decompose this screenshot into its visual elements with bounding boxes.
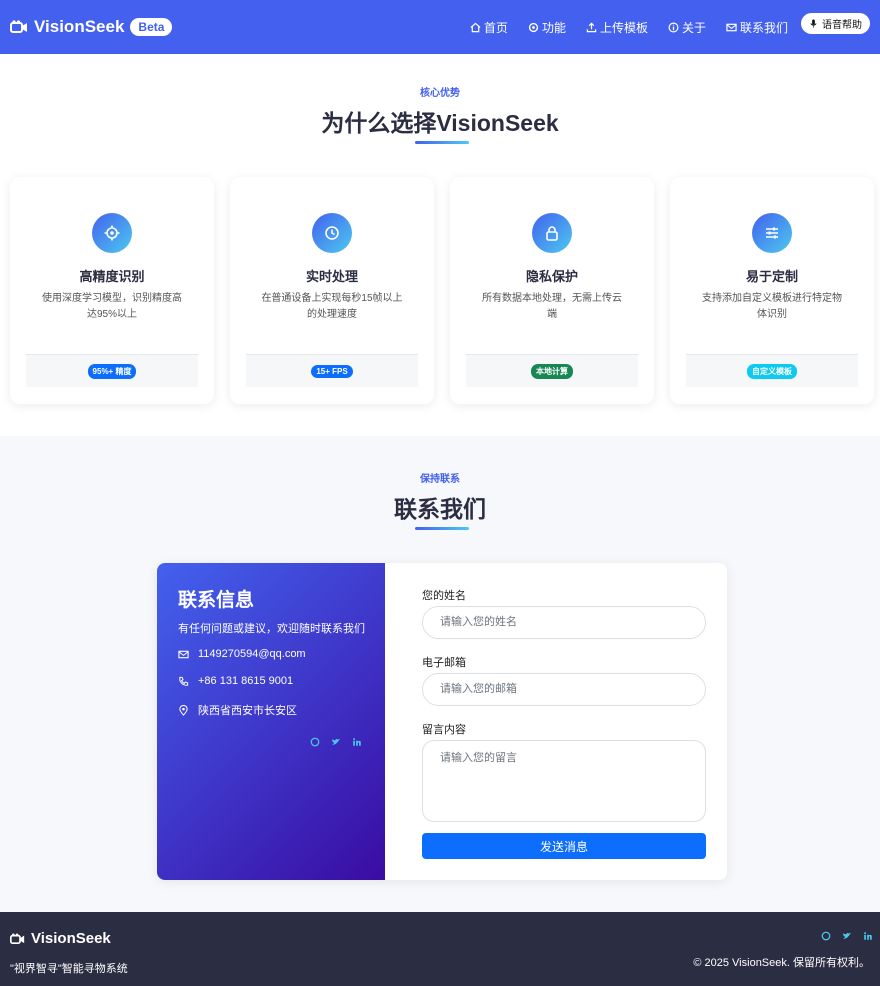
video-camera-icon xyxy=(10,933,25,944)
message-textarea[interactable]: 请输入您的留言 xyxy=(422,740,706,822)
feature-footer: 自定义模板 xyxy=(686,354,858,387)
social-links xyxy=(300,736,363,748)
feature-title: 隐私保护 xyxy=(525,269,578,284)
info-icon xyxy=(668,22,679,32)
feature-icon-circle xyxy=(532,213,572,253)
footer-brand[interactable]: VisionSeek xyxy=(10,930,111,947)
microphone-icon xyxy=(810,19,817,28)
clock-icon xyxy=(325,226,339,240)
github-icon[interactable] xyxy=(309,736,321,748)
brand-name: VisionSeek xyxy=(34,17,125,36)
email-label: 电子邮箱 xyxy=(422,657,466,669)
envelope-icon xyxy=(178,650,189,658)
feature-icon-circle xyxy=(752,213,792,253)
footer-tagline: "视界智寻"智能寻物系统 xyxy=(10,963,128,975)
feature-badge: 95%+ 精度 xyxy=(87,363,137,379)
footer-copyright: © 2025 VisionSeek. 保留所有权利。 xyxy=(693,957,870,969)
crosshair-icon xyxy=(104,225,120,241)
feature-cards: 高精度识别 使用深度学习模型，识别精度高达95%以上 95%+ 精度 实时处理 … xyxy=(10,177,874,404)
title-underline xyxy=(415,141,469,144)
sliders-icon xyxy=(766,227,778,239)
twitter-icon[interactable] xyxy=(330,736,342,748)
contact-info-subtitle: 有任何问题或建议，欢迎随时联系我们 xyxy=(178,623,365,635)
contact-phone-text: +86 131 8615 9001 xyxy=(198,675,294,687)
contact-address: 陕西省西安市长安区 xyxy=(178,702,297,718)
nav-item-label: 功能 xyxy=(541,20,566,35)
feature-description: 在普通设备上实现每秒15帧以上的处理速度 xyxy=(261,293,403,320)
contact-title: 联系我们 xyxy=(394,496,486,522)
beta-badge: Beta xyxy=(130,18,173,36)
feature-description: 支持添加自定义模板进行特定物体识别 xyxy=(702,293,842,320)
home-icon xyxy=(470,22,481,32)
feature-badge: 本地计算 xyxy=(531,363,573,379)
name-input[interactable]: 请输入您的姓名 xyxy=(422,606,706,639)
nav-item-upload[interactable]: 上传模板 xyxy=(586,19,648,36)
nav-item-label: 首页 xyxy=(483,20,508,35)
nav-item-features[interactable]: 功能 xyxy=(528,19,566,36)
feature-title: 实时处理 xyxy=(305,269,358,284)
feature-title: 高精度识别 xyxy=(79,269,145,284)
footer-social-links xyxy=(811,930,874,942)
nav-item-contact[interactable]: 联系我们 xyxy=(726,19,788,36)
feature-icon-circle xyxy=(312,213,352,253)
feature-footer: 95%+ 精度 xyxy=(26,354,198,387)
voice-help-label: 语音帮助 xyxy=(822,20,862,31)
envelope-icon xyxy=(726,23,737,31)
nav-item-about[interactable]: 关于 xyxy=(668,19,706,36)
nav-menu: 首页 功能 上传模板 关于 联系我们 xyxy=(450,0,788,54)
footer-brand-name: VisionSeek xyxy=(31,930,111,947)
feature-footer: 本地计算 xyxy=(466,354,638,387)
voice-help-button[interactable]: 语音帮助 xyxy=(801,13,870,34)
feature-card: 高精度识别 使用深度学习模型，识别精度高达95%以上 95%+ 精度 xyxy=(10,177,214,404)
feature-badge: 15+ FPS xyxy=(311,364,353,378)
feature-card: 隐私保护 所有数据本地处理，无需上传云端 本地计算 xyxy=(450,177,654,404)
nav-item-home[interactable]: 首页 xyxy=(470,19,508,36)
message-label: 留言内容 xyxy=(422,724,466,736)
feature-badge: 自定义模板 xyxy=(747,363,797,379)
phone-icon xyxy=(179,676,189,686)
github-icon[interactable] xyxy=(820,930,832,942)
brand[interactable]: VisionSeek Beta xyxy=(10,17,173,37)
feature-title: 易于定制 xyxy=(745,269,798,284)
feature-description: 所有数据本地处理，无需上传云端 xyxy=(482,293,622,320)
video-camera-icon xyxy=(10,20,27,33)
contact-info-panel: 联系信息 有任何问题或建议，欢迎随时联系我们 1149270594@qq.com… xyxy=(157,563,385,880)
feature-card: 实时处理 在普通设备上实现每秒15帧以上的处理速度 15+ FPS xyxy=(230,177,434,404)
feature-card: 易于定制 支持添加自定义模板进行特定物体识别 自定义模板 xyxy=(670,177,874,404)
email-input[interactable]: 请输入您的邮箱 xyxy=(422,673,706,706)
contact-address-text: 陕西省西安市长安区 xyxy=(198,705,297,717)
features-title: 为什么选择VisionSeek xyxy=(321,110,559,136)
lock-icon xyxy=(546,226,558,241)
nav-item-label: 关于 xyxy=(681,20,706,35)
feature-icon-circle xyxy=(92,213,132,253)
name-label: 您的姓名 xyxy=(422,590,466,602)
features-eyebrow: 核心优势 xyxy=(420,88,460,99)
upload-icon xyxy=(586,22,597,32)
contact-card: 联系信息 有任何问题或建议，欢迎随时联系我们 1149270594@qq.com… xyxy=(157,563,727,880)
nav-item-label: 上传模板 xyxy=(599,20,648,35)
navbar: VisionSeek Beta 首页 功能 上传模板 关于 联系我们 语音帮助 xyxy=(0,0,880,54)
contact-phone[interactable]: +86 131 8615 9001 xyxy=(178,675,293,687)
gear-icon xyxy=(528,22,539,32)
twitter-icon[interactable] xyxy=(841,930,853,942)
feature-description: 使用深度学习模型，识别精度高达95%以上 xyxy=(42,293,182,320)
contact-info-heading: 联系信息 xyxy=(178,590,255,611)
contact-email[interactable]: 1149270594@qq.com xyxy=(178,648,306,660)
title-underline xyxy=(415,527,469,530)
contact-email-text: 1149270594@qq.com xyxy=(198,648,306,660)
contact-eyebrow: 保持联系 xyxy=(420,474,460,485)
linkedin-icon[interactable] xyxy=(351,736,363,748)
linkedin-icon[interactable] xyxy=(862,930,874,942)
footer: VisionSeek "视界智寻"智能寻物系统 © 2025 VisionSee… xyxy=(0,912,880,986)
feature-footer: 15+ FPS xyxy=(246,354,418,387)
nav-item-label: 联系我们 xyxy=(739,20,788,35)
send-message-button[interactable]: 发送消息 xyxy=(422,833,706,859)
map-pin-icon xyxy=(179,704,188,716)
